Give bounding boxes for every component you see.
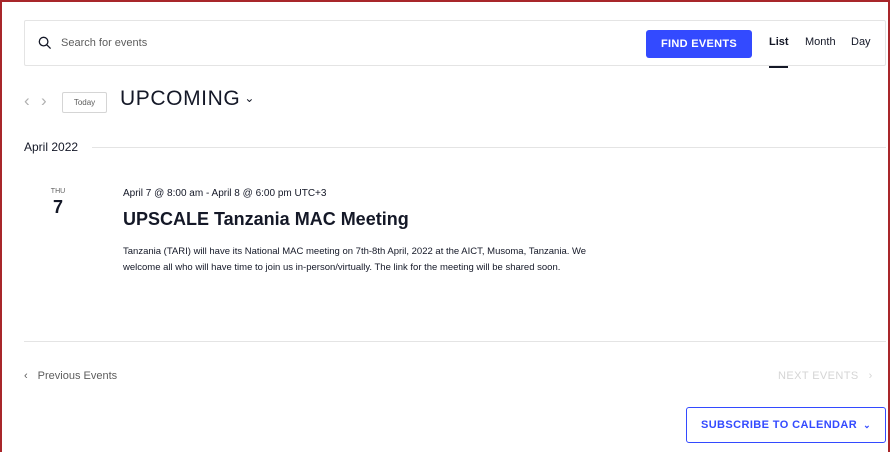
- previous-events-label: Previous Events: [37, 370, 118, 382]
- chevron-right-icon: ›: [868, 370, 873, 382]
- chevron-down-icon: ⌄: [244, 91, 255, 105]
- events-bar: FIND EVENTS List Month Day: [24, 20, 886, 68]
- subscribe-calendar-button[interactable]: SUBSCRIBE TO CALENDAR ⌄: [686, 407, 886, 443]
- divider: [24, 341, 886, 342]
- chevron-down-icon: ⌄: [863, 420, 872, 430]
- event-day-number: 7: [52, 197, 63, 217]
- previous-events-link[interactable]: ‹ Previous Events: [24, 370, 117, 382]
- tab-list[interactable]: List: [769, 36, 789, 48]
- chevron-left-icon: ‹: [24, 370, 28, 382]
- divider: [92, 147, 886, 148]
- next-events-label: NEXT EVENTS: [778, 370, 859, 382]
- event-day-of-week: THU: [50, 188, 66, 195]
- active-tab-indicator: [769, 66, 788, 68]
- tab-day[interactable]: Day: [851, 36, 871, 48]
- tab-month[interactable]: Month: [805, 36, 836, 48]
- date-range-label: UPCOMING: [120, 87, 241, 110]
- event-description: Tanzania (TARI) will have its National M…: [123, 246, 587, 273]
- search-icon: [38, 36, 52, 50]
- chevron-left-icon[interactable]: ‹: [24, 91, 30, 111]
- subscribe-label: SUBSCRIBE TO CALENDAR: [700, 419, 858, 431]
- date-range-selector[interactable]: UPCOMING ⌄: [120, 87, 255, 111]
- event-title-link[interactable]: UPSCALE Tanzania MAC Meeting: [123, 209, 409, 230]
- event-date-tag: THU 7: [44, 188, 72, 218]
- month-separator: April 2022: [24, 140, 886, 154]
- month-label: April 2022: [24, 140, 89, 154]
- event-datetime: April 7 @ 8:00 am - April 8 @ 6:00 pm UT…: [123, 188, 327, 199]
- find-events-button[interactable]: FIND EVENTS: [646, 30, 752, 58]
- next-events-link: NEXT EVENTS ›: [778, 370, 873, 382]
- search-input[interactable]: [61, 33, 361, 53]
- today-button[interactable]: Today: [62, 92, 107, 113]
- chevron-right-icon[interactable]: ›: [41, 91, 47, 111]
